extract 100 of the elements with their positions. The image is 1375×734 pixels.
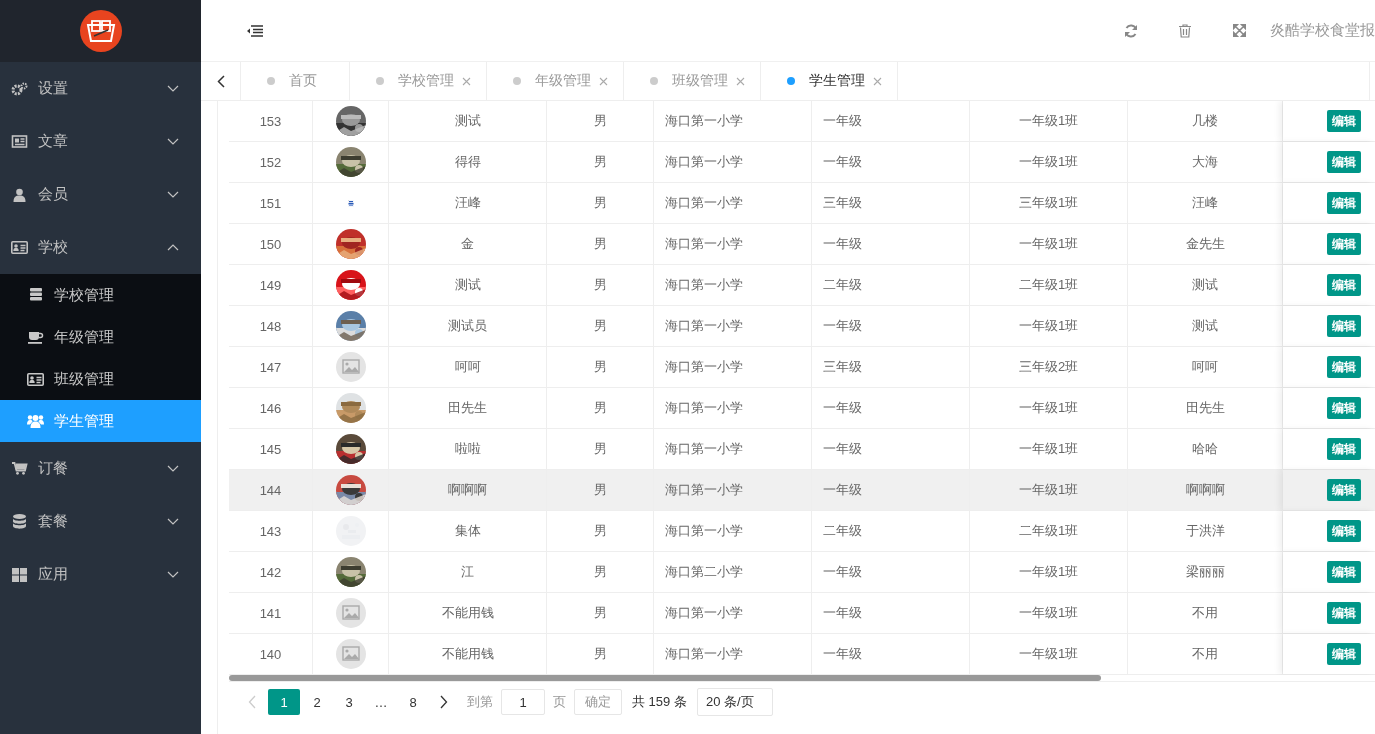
tab[interactable]: 班级管理: [624, 62, 761, 100]
edit-button[interactable]: 编辑: [1327, 602, 1361, 624]
table-cell: 151: [259, 195, 282, 211]
table-cell: 海口第二小学: [665, 563, 743, 581]
edit-button[interactable]: 编辑: [1327, 274, 1361, 296]
menu-item[interactable]: 套餐: [0, 495, 201, 548]
table-cell: 一年级: [823, 604, 862, 622]
tab[interactable]: 年级管理: [487, 62, 624, 100]
chevron-right-icon[interactable]: [440, 695, 448, 709]
logo: [79, 10, 122, 52]
table-cell: 一年级1班: [1018, 153, 1079, 171]
table-cell: 一年级1班: [1018, 604, 1079, 622]
table-cell: 啦啦: [454, 440, 481, 458]
total-count: 共 159 条: [632, 693, 687, 711]
submenu-item[interactable]: 年级管理: [0, 316, 201, 358]
refresh-icon[interactable]: [1124, 23, 1138, 38]
goto-label: 到第: [467, 693, 493, 711]
edit-button[interactable]: 编辑: [1327, 561, 1361, 583]
scrollbar-thumb[interactable]: [229, 675, 1101, 681]
table-cell: 不用: [1192, 645, 1218, 663]
table-cell: 江: [461, 563, 474, 581]
table-cell: 海口第一小学: [665, 481, 743, 499]
edit-button[interactable]: 编辑: [1327, 356, 1361, 378]
edit-button[interactable]: 编辑: [1327, 397, 1361, 419]
edit-button[interactable]: 编辑: [1327, 315, 1361, 337]
edit-button[interactable]: 编辑: [1327, 643, 1361, 665]
table-cell: 153: [259, 113, 282, 129]
edit-button[interactable]: 编辑: [1327, 438, 1361, 460]
table-cell: 不能用钱: [441, 645, 494, 663]
submenu-item[interactable]: 学校管理: [0, 274, 201, 316]
table-cell: 男: [593, 645, 607, 663]
close-icon[interactable]: [462, 76, 471, 86]
edit-button[interactable]: 编辑: [1327, 520, 1361, 542]
table-cell: 一年级1班: [1018, 481, 1079, 499]
table-cell: 一年级1班: [1018, 235, 1079, 253]
table-cell: 一年级: [823, 440, 862, 458]
fullscreen-icon[interactable]: [1232, 24, 1246, 37]
page-button[interactable]: 3: [334, 689, 364, 715]
dot-icon: [376, 77, 384, 85]
submenu-item[interactable]: 学生管理: [0, 400, 201, 442]
menu-item[interactable]: 会员: [0, 168, 201, 221]
trash-icon[interactable]: [1179, 23, 1191, 38]
menu-icon[interactable]: [247, 24, 263, 37]
tab[interactable]: 学校管理: [350, 62, 487, 100]
page-input[interactable]: 1: [501, 689, 545, 715]
confirm-button[interactable]: 确定: [574, 689, 622, 715]
dot-icon: [787, 77, 795, 85]
table-cell: 二年级: [823, 276, 862, 294]
database-icon: [11, 514, 28, 529]
table-cell: 141: [259, 605, 282, 621]
table-cell: 一年级1班: [1018, 563, 1079, 581]
chevron-left-icon[interactable]: [216, 74, 225, 88]
table-cell: 145: [259, 441, 282, 457]
edit-button[interactable]: 编辑: [1327, 151, 1361, 173]
menu-item[interactable]: 文章: [0, 115, 201, 168]
menu-item[interactable]: 学校: [0, 221, 201, 274]
close-icon[interactable]: [873, 76, 882, 86]
table-cell: 男: [593, 522, 607, 540]
table-cell: 150: [259, 236, 282, 252]
submenu-item[interactable]: 班级管理: [0, 358, 201, 400]
table-cell: 田先生: [448, 399, 487, 417]
page-button[interactable]: …: [366, 689, 396, 715]
table-cell: 海口第一小学: [665, 194, 743, 212]
edit-button[interactable]: 编辑: [1327, 192, 1361, 214]
edit-button[interactable]: 编辑: [1327, 479, 1361, 501]
table-cell: 海口第一小学: [665, 153, 743, 171]
table-cell: 二年级1班: [1018, 522, 1079, 540]
tab[interactable]: 首页: [241, 62, 350, 100]
table-cell: 144: [259, 482, 282, 498]
page-button[interactable]: 2: [302, 689, 332, 715]
table-cell: 男: [593, 153, 607, 171]
dot-icon: [267, 77, 275, 85]
table-cell: 男: [593, 276, 607, 294]
table-cell: 147: [259, 359, 282, 375]
table-cell: 测试: [454, 276, 481, 294]
table-cell: 呵呵: [1192, 358, 1218, 376]
page-button[interactable]: 8: [398, 689, 428, 715]
page-size-select[interactable]: 20 条/页: [696, 688, 773, 716]
menu-item[interactable]: 设置: [0, 62, 201, 115]
chevron-down-icon: [167, 571, 179, 578]
table-cell: 男: [593, 399, 607, 417]
chevron-down-icon: [167, 138, 179, 145]
close-icon[interactable]: [736, 76, 745, 86]
close-icon[interactable]: [599, 76, 608, 86]
tab[interactable]: 学生管理: [761, 62, 898, 100]
menu-item[interactable]: 订餐: [0, 442, 201, 495]
edit-button[interactable]: 编辑: [1327, 110, 1361, 132]
page-button[interactable]: 1: [268, 689, 300, 715]
image-placeholder-icon: [335, 598, 366, 628]
gears-icon: [11, 81, 28, 96]
table-cell: 一年级: [823, 481, 862, 499]
table-cell: 集体: [454, 522, 481, 540]
menu-item[interactable]: 应用: [0, 548, 201, 601]
image-placeholder-icon: [335, 352, 366, 382]
table-cell: 汪峰: [1192, 194, 1218, 212]
table-cell: 一年级1班: [1018, 112, 1079, 130]
table-cell: 海口第一小学: [665, 358, 743, 376]
table-cell: 一年级: [823, 235, 862, 253]
table-cell: 海口第一小学: [665, 440, 743, 458]
edit-button[interactable]: 编辑: [1327, 233, 1361, 255]
